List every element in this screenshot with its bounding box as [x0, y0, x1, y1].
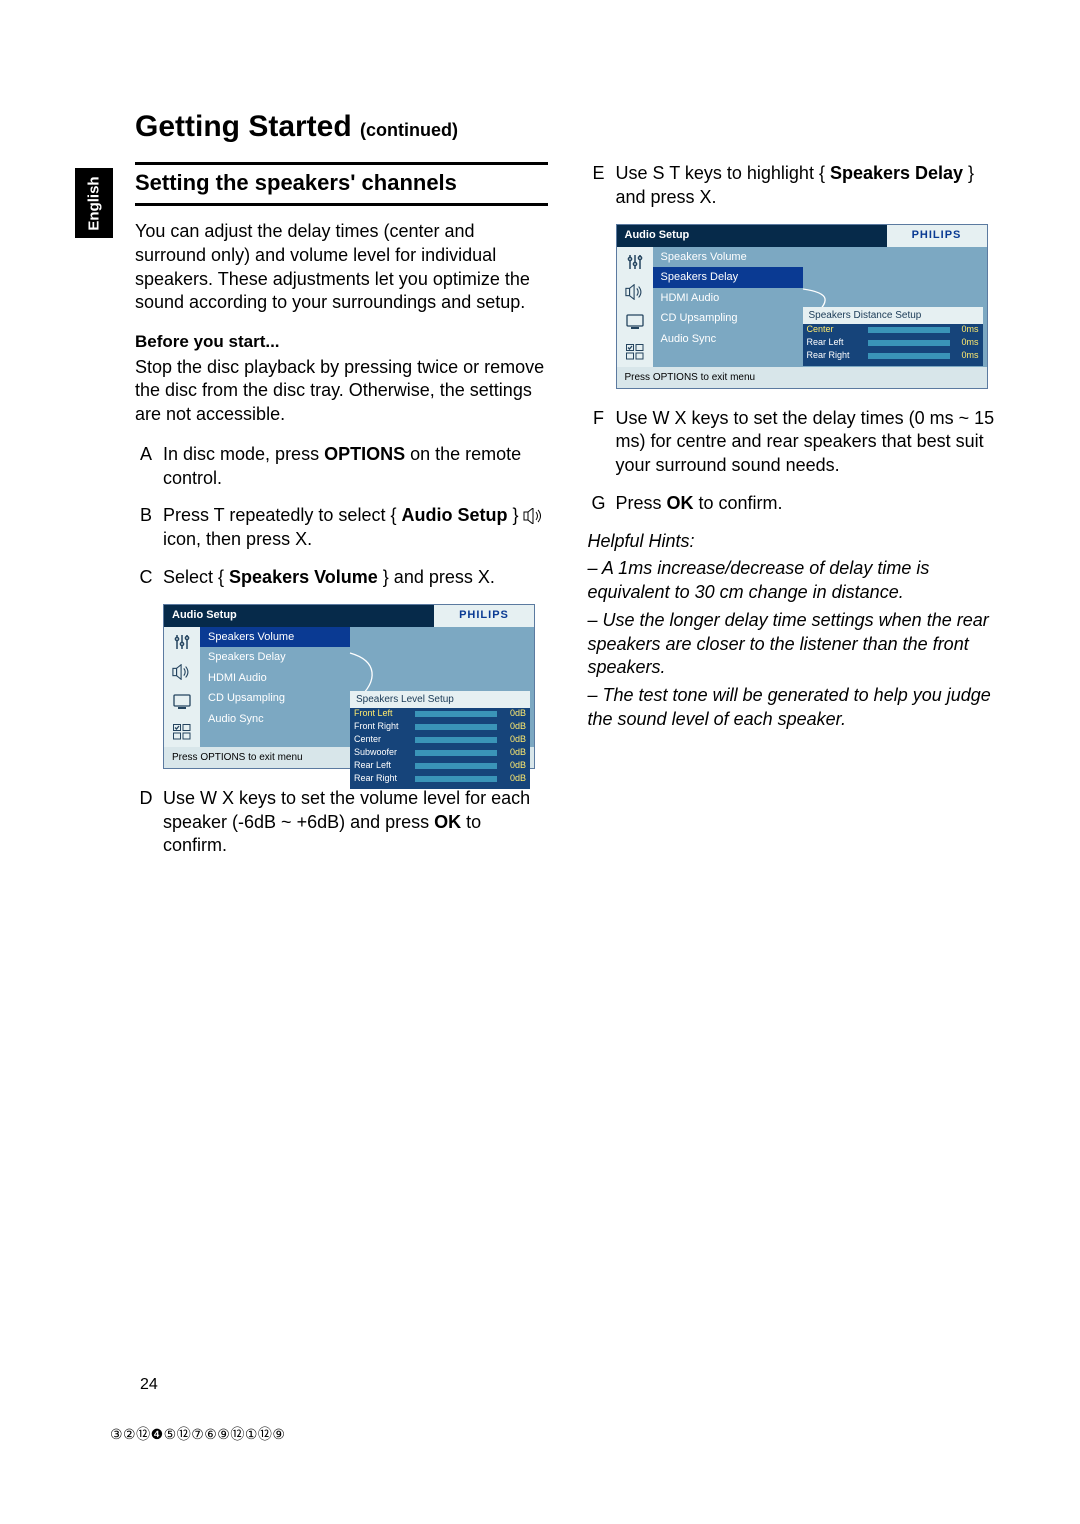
level-row: Rear Left0dB [350, 760, 530, 773]
ui-menu: Speakers Volume Speakers Delay HDMI Audi… [653, 247, 803, 350]
ui-brand: PHILIPS [887, 225, 987, 247]
hint-1: – A 1ms increase/decrease of delay time … [588, 557, 1001, 605]
preference-icon [171, 721, 193, 743]
step-b: B Press T repeatedly to select { Audio S… [135, 504, 548, 552]
language-tab: English [75, 168, 113, 238]
ui-sidebar [164, 627, 200, 747]
intro-paragraph: You can adjust the delay times (center a… [135, 220, 548, 315]
menu-item-speakers-volume: Speakers Volume [653, 247, 803, 268]
menu-item-speakers-delay: Speakers Delay [200, 647, 350, 668]
sliders-icon [624, 251, 646, 273]
speaker-icon [523, 505, 545, 525]
helpful-hints-label: Helpful Hints: [588, 530, 1001, 554]
step-c: C Select { Speakers Volume } and press X… [135, 566, 548, 590]
speakers-level-setup: Speakers Level Setup Front Left0dB Front… [350, 691, 530, 789]
audio-icon [171, 661, 193, 683]
ui-title: Audio Setup [617, 225, 887, 247]
audio-setup-panel-volume: Audio Setup PHILIPS [163, 604, 535, 769]
level-row: Center0dB [350, 734, 530, 747]
step-a: A In disc mode, press OPTIONS on the rem… [135, 443, 548, 491]
before-you-start-label: Before you start... [135, 331, 548, 353]
right-column: E Use S T keys to highlight { Speakers D… [588, 162, 1001, 872]
speakers-distance-setup: Speakers Distance Setup Center0ms Rear L… [803, 307, 983, 366]
ui-sidebar [617, 247, 653, 367]
level-row: Front Right0dB [350, 721, 530, 734]
step-g: G Press OK to conﬁrm. [588, 492, 1001, 516]
level-row: Rear Right0dB [350, 773, 530, 786]
page-number: 24 [140, 1376, 158, 1394]
ui-title: Audio Setup [164, 605, 434, 627]
menu-item-hdmi-audio: HDMI Audio [200, 668, 350, 689]
menu-item-speakers-delay: Speakers Delay [653, 267, 803, 288]
ui-menu: Speakers Volume Speakers Delay HDMI Audi… [200, 627, 350, 730]
hint-3: – The test tone will be generated to hel… [588, 684, 1001, 732]
preference-icon [624, 341, 646, 363]
menu-item-cd-upsampling: CD Upsampling [200, 688, 350, 709]
step-e: E Use S T keys to highlight { Speakers D… [588, 162, 1001, 210]
menu-item-hdmi-audio: HDMI Audio [653, 288, 803, 309]
level-row: Subwoofer0dB [350, 747, 530, 760]
ui-titlebar: Audio Setup PHILIPS [164, 605, 534, 627]
audio-setup-panel-delay: Audio Setup PHILIPS [616, 224, 988, 389]
step-d: D Use W X keys to set the volume level f… [135, 787, 548, 858]
sliders-icon [171, 631, 193, 653]
language-label: English [86, 176, 103, 230]
video-icon [171, 691, 193, 713]
left-column: Setting the speakers' channels You can a… [135, 162, 548, 872]
footer-code: ③②⑫❹⑤⑫⑦⑥⑨⑫①⑫⑨ [110, 1424, 285, 1444]
step-f: F Use W X keys to set the delay times (0… [588, 407, 1001, 478]
ui-titlebar: Audio Setup PHILIPS [617, 225, 987, 247]
delay-row: Center0ms [803, 324, 983, 337]
hint-2: – Use the longer delay time settings whe… [588, 609, 1001, 680]
ui-footer: Press OPTIONS to exit menu [617, 367, 987, 388]
menu-item-cd-upsampling: CD Upsampling [653, 308, 803, 329]
menu-item-audio-sync: Audio Sync [653, 329, 803, 350]
delay-row: Rear Right0ms [803, 350, 983, 363]
ui-brand: PHILIPS [434, 605, 534, 627]
menu-item-speakers-volume: Speakers Volume [200, 627, 350, 648]
menu-item-audio-sync: Audio Sync [200, 709, 350, 730]
audio-icon [624, 281, 646, 303]
section-heading: Setting the speakers' channels [135, 162, 548, 206]
delay-row: Rear Left0ms [803, 337, 983, 350]
before-you-start-body: Stop the disc playback by pressing twice… [135, 356, 548, 427]
page-title: Getting Started (continued) [80, 110, 1000, 144]
video-icon [624, 311, 646, 333]
level-row: Front Left0dB [350, 708, 530, 721]
